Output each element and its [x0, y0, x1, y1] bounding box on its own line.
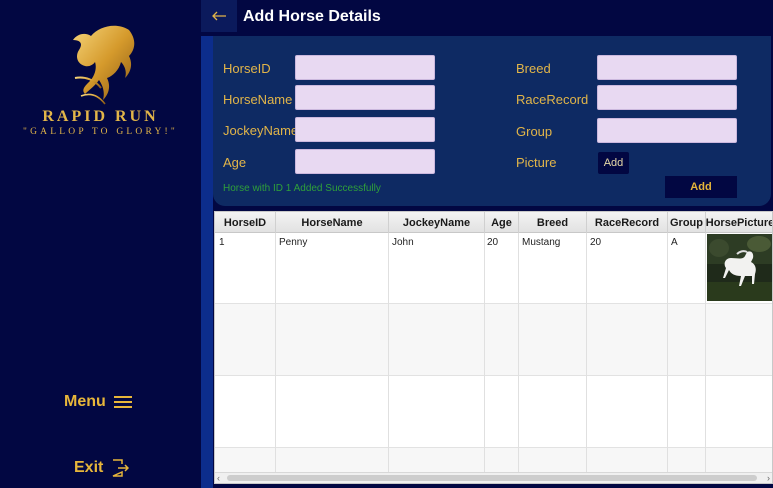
- age-input[interactable]: [295, 149, 435, 174]
- brand-name: RAPID RUN: [42, 108, 159, 125]
- scrollbar-thumb[interactable]: [227, 475, 757, 481]
- cell-race-record: 20: [590, 237, 602, 248]
- breed-label: Breed: [516, 61, 551, 76]
- exit-label: Exit: [74, 459, 104, 476]
- column-header-race-record[interactable]: RaceRecord: [587, 212, 668, 233]
- brand-tagline: "GALLOP TO GLORY!": [23, 127, 178, 137]
- breed-input[interactable]: [597, 55, 737, 80]
- exit-icon: [113, 459, 130, 477]
- column-header-breed[interactable]: Breed: [519, 212, 587, 233]
- jockey-name-input[interactable]: [295, 117, 435, 142]
- sidebar: RAPID RUN "GALLOP TO GLORY!" Menu Exit: [0, 0, 201, 488]
- add-horse-button[interactable]: Add: [665, 176, 737, 198]
- column-divider: [484, 233, 485, 473]
- cell-jockey-name: John: [392, 237, 414, 248]
- column-header-horse-id[interactable]: HorseID: [215, 212, 276, 233]
- race-record-input[interactable]: [597, 85, 737, 110]
- back-button[interactable]: [201, 0, 237, 32]
- horse-logo-icon: [73, 25, 135, 105]
- cell-group: A: [671, 237, 678, 248]
- horse-id-label: HorseID: [223, 61, 271, 76]
- white-horse-photo-icon: [707, 234, 772, 301]
- arrow-left-icon: [212, 11, 226, 21]
- exit-button[interactable]: Exit: [74, 459, 130, 477]
- picture-label: Picture: [516, 155, 557, 170]
- jockey-name-label: JockeyName: [223, 123, 299, 138]
- horse-table: HorseID HorseName JockeyName Age Breed R…: [214, 211, 773, 484]
- column-header-group[interactable]: Group: [668, 212, 706, 233]
- add-picture-button[interactable]: Add: [598, 152, 629, 174]
- cell-horse-name: Penny: [279, 237, 308, 248]
- scroll-right-icon[interactable]: ›: [767, 473, 770, 483]
- status-message: Horse with ID 1 Added Successfully: [223, 183, 381, 194]
- divider-strip: [201, 0, 213, 488]
- race-record-label: RaceRecord: [516, 92, 589, 107]
- horse-name-input[interactable]: [295, 85, 435, 110]
- cell-age: 20: [487, 237, 499, 248]
- horse-form: HorseID HorseName JockeyName Age Horse w…: [213, 36, 771, 206]
- group-label: Group: [516, 124, 553, 139]
- column-divider: [705, 233, 706, 473]
- table-row-empty: [215, 304, 772, 376]
- age-label: Age: [223, 155, 247, 170]
- hamburger-icon: [113, 396, 132, 408]
- column-header-jockey-name[interactable]: JockeyName: [389, 212, 485, 233]
- column-header-horse-picture[interactable]: HorsePicture: [706, 212, 772, 233]
- page-title: Add Horse Details: [243, 8, 381, 25]
- cell-breed: Mustang: [522, 237, 561, 248]
- menu-label: Menu: [64, 393, 106, 410]
- header: Add Horse Details: [201, 0, 773, 36]
- column-divider: [518, 233, 519, 473]
- column-header-horse-name[interactable]: HorseName: [276, 212, 389, 233]
- horse-id-input[interactable]: [295, 55, 435, 80]
- column-divider: [388, 233, 389, 473]
- scroll-left-icon[interactable]: ‹: [217, 473, 220, 483]
- horse-name-label: HorseName: [223, 92, 293, 107]
- column-divider: [275, 233, 276, 473]
- cell-horse-id: 1: [219, 237, 225, 248]
- table-header: HorseID HorseName JockeyName Age Breed R…: [215, 212, 772, 233]
- menu-button[interactable]: Menu: [64, 393, 132, 411]
- column-divider: [667, 233, 668, 473]
- table-row-empty: [215, 376, 772, 448]
- column-header-age[interactable]: Age: [485, 212, 519, 233]
- column-divider: [586, 233, 587, 473]
- group-input[interactable]: [597, 118, 737, 143]
- horizontal-scrollbar[interactable]: ‹ ›: [215, 472, 772, 483]
